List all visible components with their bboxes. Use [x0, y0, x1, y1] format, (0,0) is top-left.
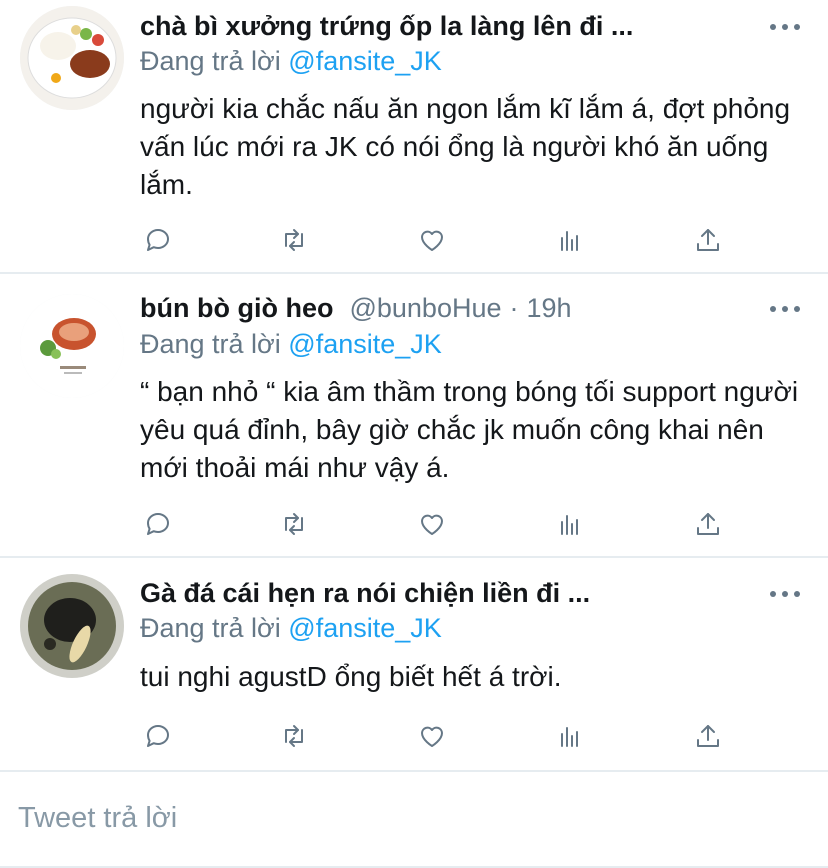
- tweet-header: bún bò giò heo @bunboHue · 19h: [140, 288, 798, 328]
- mention-link[interactable]: @fansite_JK: [288, 46, 441, 76]
- separator: ·: [509, 292, 519, 323]
- share-icon[interactable]: [690, 222, 726, 258]
- food-plate-avatar-icon: [20, 6, 124, 110]
- retweet-icon[interactable]: [276, 718, 312, 754]
- mention-link[interactable]: @fansite_JK: [288, 329, 441, 359]
- analytics-icon[interactable]: [552, 506, 588, 542]
- display-name[interactable]: bún bò giò heo: [140, 293, 333, 324]
- action-bar: [0, 718, 828, 758]
- action-bar: [0, 222, 828, 262]
- chicken-soup-avatar-icon: [20, 574, 124, 678]
- display-name[interactable]: chà bì xưởng trứng ốp la làng lên đi ...: [140, 11, 633, 42]
- more-options-icon[interactable]: [770, 22, 800, 32]
- tweet-text: tui nghi agustD ổng biết hết á trời.: [140, 661, 562, 692]
- analytics-icon[interactable]: [552, 222, 588, 258]
- action-bar: [0, 506, 828, 546]
- more-options-icon[interactable]: [770, 589, 800, 599]
- like-icon[interactable]: [414, 222, 450, 258]
- tweet-text: “ bạn nhỏ “ kia âm thầm trong bóng tối s…: [140, 376, 799, 483]
- tweet-2[interactable]: bún bò giò heo @bunboHue · 19h Đang trả …: [0, 274, 828, 556]
- reply-input[interactable]: Tweet trả lời: [18, 802, 177, 835]
- retweet-icon[interactable]: [276, 506, 312, 542]
- more-options-icon[interactable]: [770, 304, 800, 314]
- replying-label: Đang trả lời: [140, 613, 281, 643]
- reply-icon[interactable]: [140, 506, 176, 542]
- noodle-bowl-avatar-icon: [20, 294, 124, 398]
- replying-label: Đang trả lời: [140, 46, 281, 76]
- replying-to: Đang trả lời @fansite_JK: [140, 613, 442, 644]
- like-icon[interactable]: [414, 718, 450, 754]
- replying-to: Đang trả lời @fansite_JK: [140, 46, 442, 77]
- analytics-icon[interactable]: [552, 718, 588, 754]
- mention-link[interactable]: @fansite_JK: [288, 613, 441, 643]
- user-handle[interactable]: @bunboHue: [349, 293, 501, 324]
- replying-to: Đang trả lời @fansite_JK: [140, 329, 442, 360]
- tweet-text: người kia chắc nấu ăn ngon lắm kĩ lắm á,…: [140, 93, 791, 200]
- reply-composer[interactable]: Tweet trả lời: [0, 772, 828, 868]
- tweet-1[interactable]: chà bì xưởng trứng ốp la làng lên đi ...…: [0, 0, 828, 272]
- timestamp[interactable]: 19h: [527, 293, 572, 324]
- reply-icon[interactable]: [140, 718, 176, 754]
- reply-icon[interactable]: [140, 222, 176, 258]
- share-icon[interactable]: [690, 506, 726, 542]
- avatar[interactable]: [20, 574, 124, 678]
- display-name[interactable]: Gà đá cái hẹn ra nói chiện liền đi ...: [140, 578, 590, 609]
- tweet-3[interactable]: Gà đá cái hẹn ra nói chiện liền đi ... Đ…: [0, 558, 828, 770]
- replying-label: Đang trả lời: [140, 329, 281, 359]
- tweet-header: chà bì xưởng trứng ốp la làng lên đi ...: [140, 6, 798, 46]
- share-icon[interactable]: [690, 718, 726, 754]
- avatar[interactable]: [20, 6, 124, 110]
- tweet-header: Gà đá cái hẹn ra nói chiện liền đi ...: [140, 573, 798, 613]
- avatar[interactable]: [20, 294, 124, 398]
- like-icon[interactable]: [414, 506, 450, 542]
- retweet-icon[interactable]: [276, 222, 312, 258]
